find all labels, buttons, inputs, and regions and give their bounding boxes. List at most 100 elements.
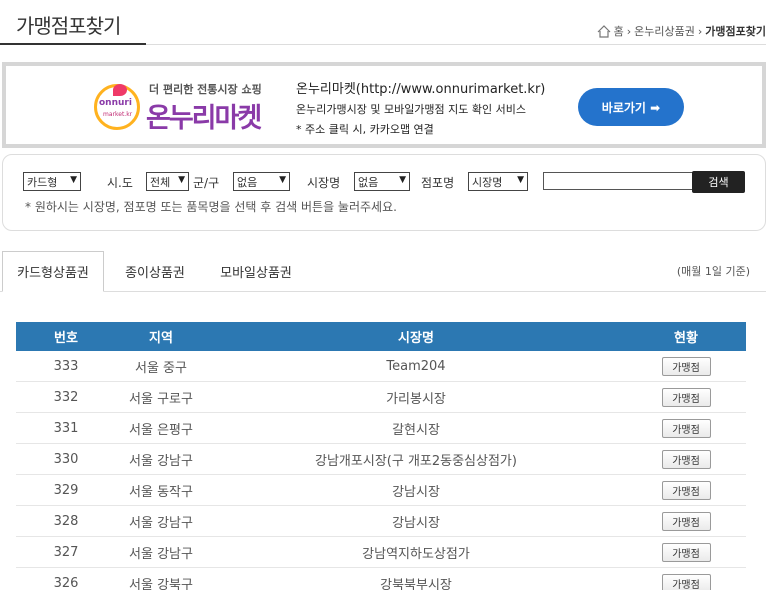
table-row: 326 서울 강북구 강북북부시장 가맹점 bbox=[16, 568, 746, 590]
tab-card-voucher[interactable]: 카드형상품권 bbox=[2, 251, 104, 292]
row-market: 강남역지하도상점가 bbox=[362, 546, 470, 562]
breadcrumb-current: 가맹점포찾기 bbox=[705, 25, 766, 38]
breadcrumb: 홈 › 온누리상품권 › 가맹점포찾기 bbox=[597, 23, 766, 39]
row-region: 서울 강남구 bbox=[129, 453, 193, 469]
breadcrumb-home[interactable]: 홈 bbox=[614, 23, 624, 39]
row-region: 서울 강남구 bbox=[129, 546, 193, 562]
store-button[interactable]: 가맹점 bbox=[661, 542, 711, 562]
chevron-down-icon: ▼ bbox=[399, 175, 406, 185]
row-number: 331 bbox=[53, 420, 79, 436]
market-select[interactable]: 없음 ▼ bbox=[354, 172, 410, 191]
row-number: 330 bbox=[53, 451, 79, 467]
row-region: 서울 중구 bbox=[135, 360, 187, 376]
market-label: 시장명 bbox=[307, 176, 341, 190]
store-button[interactable]: 가맹점 bbox=[661, 480, 711, 500]
header-market: 시장명 bbox=[398, 331, 434, 346]
card-type-select[interactable]: 카드형 ▼ bbox=[23, 172, 81, 191]
page-title: 가맹점포찾기 bbox=[16, 14, 121, 38]
row-status-cell: 가맹점 bbox=[626, 480, 746, 500]
banner-url: 온누리마켓(http://www.onnurimarket.kr) bbox=[296, 82, 546, 97]
store-button[interactable]: 가맹점 bbox=[661, 449, 711, 469]
store-value: 시장명 bbox=[472, 176, 503, 189]
logo-badge-text: onnuri bbox=[99, 98, 132, 108]
chevron-down-icon: ▼ bbox=[279, 175, 286, 185]
store-label: 점포명 bbox=[421, 176, 455, 190]
banner-note: * 주소 클릭 시, 카카오맵 연결 bbox=[296, 123, 434, 136]
table-row: 333 서울 중구 Team204 가맹점 bbox=[16, 351, 746, 382]
table-row: 328 서울 강남구 강남시장 가맹점 bbox=[16, 506, 746, 537]
row-market: 갈현시장 bbox=[392, 422, 440, 438]
row-market: 강남시장 bbox=[392, 484, 440, 500]
row-status-cell: 가맹점 bbox=[626, 449, 746, 469]
sido-select[interactable]: 전체 ▼ bbox=[146, 172, 189, 191]
row-region: 서울 은평구 bbox=[129, 422, 193, 438]
chevron-right-icon: › bbox=[697, 24, 703, 38]
row-region: 서울 강남구 bbox=[129, 515, 193, 531]
breadcrumb-section[interactable]: 온누리상품권 bbox=[634, 23, 695, 39]
search-panel: 카드형 ▼ 시.도 전체 ▼ 군/구 없음 ▼ 시장명 없음 ▼ 점포명 시장명 ▼ 검색… bbox=[2, 154, 766, 231]
row-market: 가리봉시장 bbox=[386, 391, 446, 407]
row-market: 강남개포시장(구 개포2동중심상점가) bbox=[315, 453, 517, 469]
banner-description: 온누리가맹시장 및 모바일가맹점 지도 확인 서비스 bbox=[296, 103, 527, 116]
tabs-basis-note: (매월 1일 기준) bbox=[676, 265, 750, 278]
store-table: 번호 지역 시장명 현황 333 서울 중구 Team204 가맹점 332 서… bbox=[16, 322, 746, 590]
store-button[interactable]: 가맹점 bbox=[661, 418, 711, 438]
store-button[interactable]: 가맹점 bbox=[661, 511, 711, 531]
store-button[interactable]: 가맹점 bbox=[661, 356, 711, 376]
row-status-cell: 가맹점 bbox=[626, 387, 746, 407]
onnuri-market-banner: onnuri market.kr 더 편리한 전통시장 쇼핑 온누리마켓 온누리… bbox=[2, 62, 766, 148]
card-type-value: 카드형 bbox=[27, 176, 58, 189]
sido-label: 시.도 bbox=[107, 176, 133, 190]
row-number: 328 bbox=[53, 513, 79, 529]
store-select[interactable]: 시장명 ▼ bbox=[468, 172, 528, 191]
tab-mobile-voucher[interactable]: 모바일상품권 bbox=[206, 251, 306, 292]
table-row: 327 서울 강남구 강남역지하도상점가 가맹점 bbox=[16, 537, 746, 568]
header-region: 지역 bbox=[149, 331, 173, 346]
table-row: 330 서울 강남구 강남개포시장(구 개포2동중심상점가) 가맹점 bbox=[16, 444, 746, 475]
gugun-label: 군/구 bbox=[193, 176, 220, 190]
row-market: 강북북부시장 bbox=[380, 577, 452, 590]
gugun-select[interactable]: 없음 ▼ bbox=[233, 172, 290, 191]
chevron-down-icon: ▼ bbox=[70, 175, 77, 185]
row-number: 329 bbox=[53, 482, 79, 498]
page-header: 가맹점포찾기 홈 › 온누리상품권 › 가맹점포찾기 bbox=[0, 0, 784, 46]
onnuri-logo-badge: onnuri market.kr bbox=[94, 84, 140, 130]
row-status-cell: 가맹점 bbox=[626, 511, 746, 531]
voucher-tabs: 카드형상품권 종이상품권 모바일상품권 (매월 1일 기준) bbox=[0, 251, 766, 292]
row-region: 서울 동작구 bbox=[129, 484, 193, 500]
sido-value: 전체 bbox=[150, 176, 171, 189]
row-region: 서울 구로구 bbox=[129, 391, 193, 407]
onnuri-market-logo: onnuri market.kr 더 편리한 전통시장 쇼핑 온누리마켓 bbox=[94, 78, 284, 134]
row-number: 326 bbox=[53, 575, 79, 590]
table-row: 331 서울 은평구 갈현시장 가맹점 bbox=[16, 413, 746, 444]
table-row: 332 서울 구로구 가리봉시장 가맹점 bbox=[16, 382, 746, 413]
search-input[interactable] bbox=[543, 172, 693, 190]
store-button[interactable]: 가맹점 bbox=[661, 573, 711, 590]
logo-badge-small: market.kr bbox=[103, 111, 133, 118]
table-row: 329 서울 동작구 강남시장 가맹점 bbox=[16, 475, 746, 506]
chevron-down-icon: ▼ bbox=[178, 175, 185, 185]
search-row: 카드형 ▼ 시.도 전체 ▼ 군/구 없음 ▼ 시장명 없음 ▼ 점포명 시장명 ▼ 검색 bbox=[23, 171, 753, 194]
header-number: 번호 bbox=[54, 331, 78, 346]
logo-main-text: 온누리마켓 bbox=[146, 103, 262, 134]
header-status: 현황 bbox=[674, 331, 698, 346]
row-status-cell: 가맹점 bbox=[626, 418, 746, 438]
search-button[interactable]: 검색 bbox=[692, 171, 745, 193]
store-button[interactable]: 가맹점 bbox=[661, 387, 711, 407]
header-divider bbox=[146, 44, 766, 45]
title-underline bbox=[0, 43, 146, 45]
go-button[interactable]: 바로가기 ➡ bbox=[578, 88, 684, 126]
gugun-value: 없음 bbox=[237, 176, 258, 189]
row-number: 327 bbox=[53, 544, 79, 560]
row-region: 서울 강북구 bbox=[129, 577, 193, 590]
table-header: 번호 지역 시장명 현황 bbox=[16, 322, 746, 351]
logo-subtitle: 더 편리한 전통시장 쇼핑 bbox=[149, 83, 262, 96]
banner-text: 온누리마켓(http://www.onnurimarket.kr) 온누리가맹시… bbox=[296, 78, 545, 137]
row-market: Team204 bbox=[386, 358, 446, 374]
row-market: 강남시장 bbox=[392, 515, 440, 531]
tab-paper-voucher[interactable]: 종이상품권 bbox=[108, 251, 202, 292]
row-status-cell: 가맹점 bbox=[626, 356, 746, 376]
chevron-right-icon: › bbox=[626, 24, 632, 38]
chevron-down-icon: ▼ bbox=[517, 175, 524, 185]
home-icon[interactable] bbox=[597, 24, 611, 38]
